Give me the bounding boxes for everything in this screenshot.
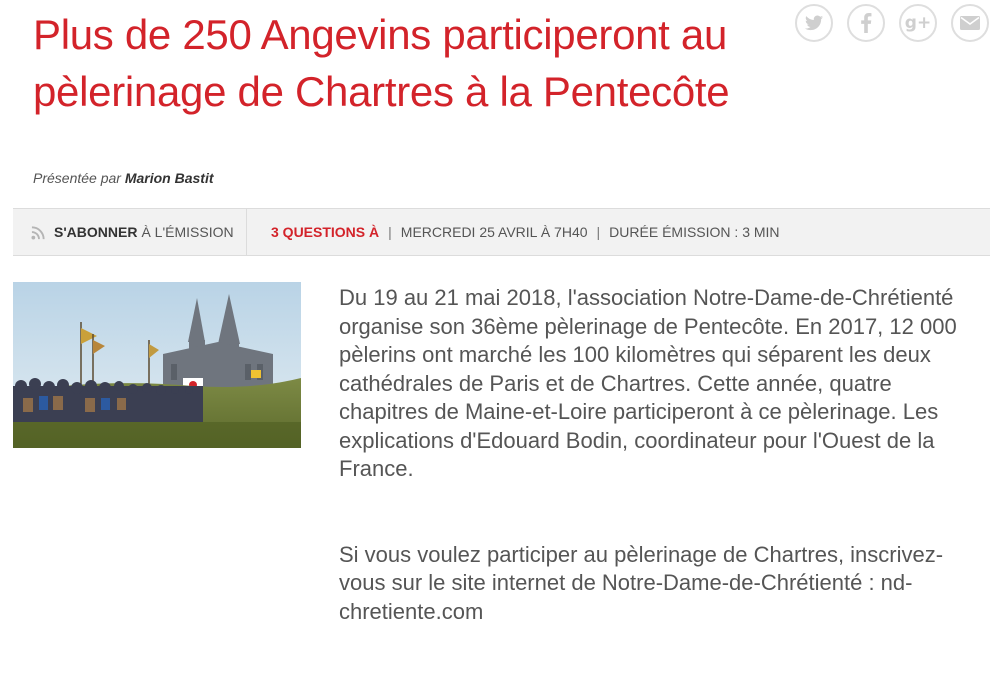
description-paragraph: Du 19 au 21 mai 2018, l'association Notr… (339, 285, 957, 481)
article-image (13, 282, 301, 448)
show-name-link[interactable]: 3 QUESTIONS À (271, 224, 379, 240)
broadcast-date: MERCREDI 25 AVRIL À 7H40 (400, 224, 588, 240)
google-plus-share-button[interactable]: g+ (899, 4, 937, 42)
share-buttons: g+ (795, 4, 989, 42)
presented-by-label: Présentée par (33, 170, 121, 186)
show-info-bar: S'ABONNER À L'ÉMISSION 3 QUESTIONS À | M… (13, 208, 990, 256)
rss-icon (31, 225, 46, 240)
article-title: Plus de 250 Angevins participeront au pè… (33, 11, 730, 115)
separator: | (388, 224, 392, 240)
twitter-share-button[interactable] (795, 4, 833, 42)
google-plus-icon: g+ (904, 13, 932, 33)
show-meta: 3 QUESTIONS À | MERCREDI 25 AVRIL À 7H40… (247, 224, 780, 240)
subscribe-link[interactable]: S'ABONNER À L'ÉMISSION (13, 209, 247, 255)
separator: | (596, 224, 601, 240)
email-share-button[interactable] (951, 4, 989, 42)
presenter-name[interactable]: Marion Bastit (125, 170, 214, 186)
description-paragraph: Si vous voulez participer au pèlerinage … (339, 541, 944, 624)
article-description: Du 19 au 21 mai 2018, l'association Notr… (339, 284, 969, 626)
broadcast-duration: DURÉE ÉMISSION : 3 MIN (609, 224, 780, 240)
subscribe-label: S'ABONNER (54, 224, 138, 240)
twitter-icon (805, 15, 823, 31)
email-icon (960, 16, 980, 30)
facebook-share-button[interactable] (847, 4, 885, 42)
subscribe-label-rest: À L'ÉMISSION (141, 224, 234, 240)
presenter-line: Présentée par Marion Bastit (33, 170, 214, 186)
facebook-icon (860, 13, 872, 33)
